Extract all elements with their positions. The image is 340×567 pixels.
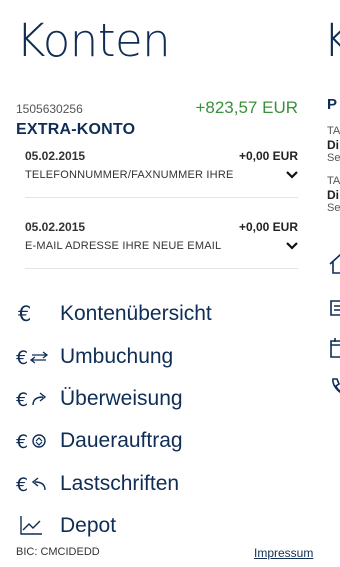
menu-item-kontenuebersicht[interactable]: € Kontenübersicht [16,293,212,335]
transaction-description: TELEFONNUMMER/FAXNUMMER IHRE [25,169,234,181]
euro-send-icon: € [16,384,56,414]
menu-item-label: Lastschriften [60,471,180,495]
next-panel-text: Se [327,152,340,164]
account-balance: +823,57 EUR [195,98,298,117]
svg-text:€: € [18,302,31,326]
transaction-amount: +0,00 EUR [238,220,298,234]
menu-item-depot[interactable]: Depot [16,505,212,547]
menu-item-label: Dauerauftrag [60,429,183,453]
transaction-date: 05.02.2015 [25,220,86,234]
chart-icon [16,511,56,541]
svg-text:€: € [16,474,28,496]
euro-return-icon: € [16,469,56,499]
chevron-down-icon[interactable] [286,242,298,250]
next-panel-preview[interactable]: P TA Di Se TA Di Se [327,96,340,215]
next-panel-text: TA [327,125,340,137]
svg-text:€: € [16,389,28,411]
bic-label: BIC: CMCIDEDD [16,546,100,558]
next-panel-text: TA [327,175,340,187]
home-icon[interactable] [328,252,340,276]
menu-item-label: Depot [60,514,117,538]
page-title: Konten [16,14,171,67]
account-card[interactable]: 1505630256 +823,57 EUR EXTRA-KONTO 05.02… [16,98,298,269]
next-page-title[interactable]: K [323,14,340,67]
euro-transfer-icon: € [16,342,56,372]
transaction-amount: +0,00 EUR [238,149,298,163]
menu-item-lastschriften[interactable]: € Lastschriften [16,463,212,505]
transaction-item[interactable]: 05.02.2015 +0,00 EUR E-MAIL ADRESSE IHRE… [25,220,298,269]
phone-icon[interactable] [328,376,340,400]
euro-recurring-icon: € [16,426,56,456]
menu-item-label: Überweisung [60,386,183,410]
transaction-date: 05.02.2015 [25,149,86,163]
next-panel-text: Di [327,188,339,202]
transaction-item[interactable]: 05.02.2015 +0,00 EUR TELEFONNUMMER/FAXNU… [25,149,298,198]
main-menu: € Kontenübersicht € Umbuchung € Überweis… [16,293,212,547]
chevron-down-icon[interactable] [286,171,298,179]
menu-item-label: Umbuchung [60,344,174,368]
euro-icon: € [16,299,56,329]
menu-item-label: Kontenübersicht [60,302,212,326]
impressum-link[interactable]: Impressum [254,546,313,560]
account-name: EXTRA-KONTO [16,121,136,138]
svg-text:€: € [16,431,28,453]
calendar-icon[interactable] [328,336,340,360]
account-number: 1505630256 [16,102,83,116]
document-icon[interactable] [328,296,340,320]
next-panel-text: Di [327,138,339,152]
menu-item-umbuchung[interactable]: € Umbuchung [16,335,212,377]
next-panel-title: P [327,96,338,113]
menu-item-dauerauftrag[interactable]: € Dauerauftrag [16,420,212,462]
menu-item-ueberweisung[interactable]: € Überweisung [16,378,212,420]
transaction-description: E-MAIL ADRESSE IHRE NEUE EMAIL [25,240,222,252]
next-panel-text: Se [327,202,340,214]
svg-text:€: € [16,347,28,369]
